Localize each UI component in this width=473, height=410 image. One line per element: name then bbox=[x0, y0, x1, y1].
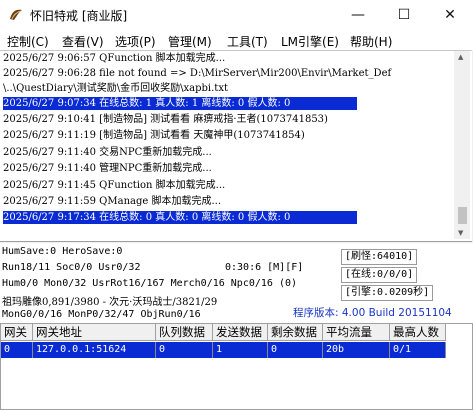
log-scrollbar[interactable]: ▲ ▼ bbox=[454, 51, 470, 239]
maximize-button[interactable]: ☐ bbox=[381, 0, 427, 30]
table-cell[interactable]: 0 bbox=[156, 342, 213, 358]
menu-manage[interactable]: 管理(M) bbox=[168, 33, 212, 50]
save-status: HumSave:0 HeroSave:0 bbox=[2, 246, 123, 257]
human-monster-status: Hum0/0 Mon0/32 UsrRot16/167 Merch0/16 Np… bbox=[2, 278, 298, 289]
timer-status: 0:30:6 [M][F] bbox=[225, 262, 304, 273]
column-header[interactable]: 最高人数 bbox=[390, 324, 446, 341]
engine-panel: [引擎:0.0209秒] bbox=[341, 285, 434, 301]
close-button[interactable]: ✕ bbox=[427, 0, 473, 30]
window-title: 怀旧特戒 [商业版] bbox=[30, 9, 128, 23]
menu-view[interactable]: 查看(V) bbox=[62, 33, 104, 50]
log-line-selected[interactable]: 2025/6/27 9:17:34 在线总数: 0 真人数: 0 离线数: 0 … bbox=[3, 211, 357, 224]
menu-help[interactable]: 帮助(H) bbox=[350, 33, 392, 50]
refresh-monster-panel: [刷怪:64010] bbox=[341, 249, 418, 265]
table-cell[interactable]: 1 bbox=[213, 342, 268, 358]
log-line[interactable]: 2025/6/27 9:11:40 管理NPC重新加载完成... bbox=[3, 162, 212, 175]
scroll-up-icon[interactable]: ▲ bbox=[458, 53, 463, 61]
menu-tools[interactable]: 工具(T) bbox=[227, 33, 268, 50]
minimize-icon: — bbox=[351, 7, 365, 23]
column-header[interactable]: 网关地址 bbox=[33, 324, 156, 341]
boss-status: 祖玛雕像0,891/3980 - 次元·沃玛战士/3821/29 bbox=[2, 297, 218, 308]
log-line[interactable]: 2025/6/27 9:11:45 QFunction 脚本加载完成... bbox=[3, 179, 225, 192]
table-cell[interactable]: 0 bbox=[1, 342, 33, 358]
log-line[interactable]: 2025/6/27 9:06:28 file not found => D:\M… bbox=[3, 67, 391, 80]
log-panel[interactable]: 2025/6/27 9:06:57 QFunction 脚本加载完成... 20… bbox=[0, 50, 472, 242]
log-line[interactable]: 2025/6/27 9:11:40 交易NPC重新加载完成... bbox=[3, 146, 212, 159]
scroll-thumb[interactable] bbox=[458, 207, 467, 224]
minimize-button[interactable]: — bbox=[335, 0, 381, 30]
log-line[interactable]: 2025/6/27 9:11:59 QManage 脚本加载完成... bbox=[3, 195, 221, 208]
gateway-grid[interactable]: 网关 网关地址 队列数据 发送数据 剩余数据 平均流量 最高人数 0 127.0… bbox=[0, 323, 473, 410]
column-header[interactable]: 剩余数据 bbox=[268, 324, 323, 341]
menu-options[interactable]: 选项(P) bbox=[115, 33, 156, 50]
run-status: Run18/11 Soc0/0 Usr0/32 bbox=[2, 262, 141, 273]
program-version: 程序版本: 4.00 Build 20151104 bbox=[293, 307, 452, 319]
log-line-selected[interactable]: 2025/6/27 9:07:34 在线总数: 1 真人数: 1 离线数: 0 … bbox=[3, 97, 357, 110]
table-cell[interactable]: 127.0.0.1:51624 bbox=[33, 342, 156, 358]
monster-group-status: MonG0/0/16 MonP0/32/47 ObjRun0/16 bbox=[2, 309, 201, 320]
log-line[interactable]: \..\QuestDiary\测试奖励\金币回收奖励\xapbi.txt bbox=[3, 82, 228, 95]
title-bar[interactable]: 怀旧特戒 [商业版] — ☐ ✕ bbox=[0, 0, 473, 30]
log-line[interactable]: 2025/6/27 9:06:57 QFunction 脚本加载完成... bbox=[3, 52, 225, 65]
log-line[interactable]: 2025/6/27 9:10:41 [制造物品] 测试看看 麻痹戒指·王者(10… bbox=[3, 113, 328, 126]
table-cell[interactable]: 20b bbox=[323, 342, 390, 358]
menu-lm-engine[interactable]: LM引擎(E) bbox=[281, 33, 339, 50]
app-icon bbox=[10, 9, 22, 20]
scroll-down-icon[interactable]: ▼ bbox=[458, 229, 463, 237]
column-header[interactable]: 平均流量 bbox=[323, 324, 390, 341]
menu-bar: 控制(C) 查看(V) 选项(P) 管理(M) 工具(T) LM引擎(E) 帮助… bbox=[0, 30, 473, 50]
table-cell[interactable]: 0 bbox=[268, 342, 323, 358]
column-header[interactable]: 队列数据 bbox=[156, 324, 213, 341]
table-cell[interactable]: 0/1 bbox=[390, 342, 446, 358]
close-icon: ✕ bbox=[444, 7, 456, 23]
online-panel: [在线:0/0/0] bbox=[341, 267, 418, 283]
column-header[interactable]: 网关 bbox=[1, 324, 33, 341]
column-header[interactable]: 发送数据 bbox=[213, 324, 268, 341]
log-line[interactable]: 2025/6/27 9:11:19 [制造物品] 测试看看 天魔神甲(10737… bbox=[3, 129, 305, 142]
menu-control[interactable]: 控制(C) bbox=[7, 33, 49, 50]
maximize-icon: ☐ bbox=[397, 7, 411, 23]
